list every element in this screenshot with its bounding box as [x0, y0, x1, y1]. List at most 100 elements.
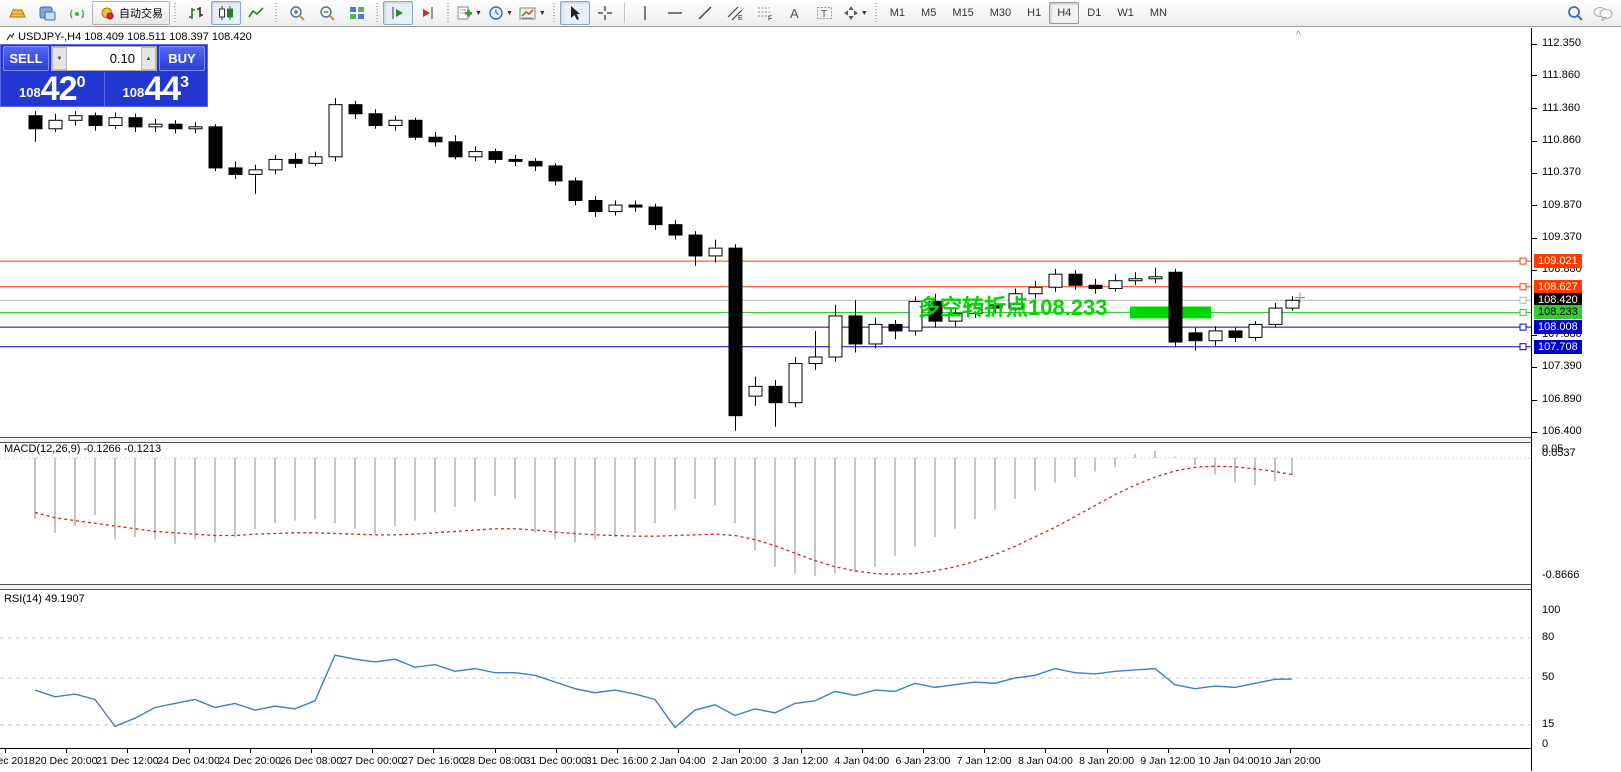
- line-handle[interactable]: [1520, 258, 1526, 264]
- auto-scroll-button[interactable]: [383, 1, 413, 25]
- volume-input[interactable]: [67, 47, 141, 70]
- line-handle[interactable]: [1520, 297, 1526, 303]
- timeframe-m5[interactable]: M5: [913, 2, 944, 24]
- vertical-line-tool-button[interactable]: [630, 1, 660, 25]
- chart-shift-icon: [419, 5, 437, 21]
- dropdown-arrow-icon: ▼: [506, 10, 513, 17]
- crosshair-icon: [597, 5, 613, 21]
- candle-body: [329, 105, 342, 157]
- bar-chart-type-button[interactable]: [181, 1, 211, 25]
- pane-separator[interactable]: [0, 584, 1621, 590]
- text-label-tool-button[interactable]: T: [810, 1, 840, 25]
- time-label: 28 Dec 08:00: [463, 755, 525, 767]
- pivot-annotation-text[interactable]: 多空转折点108.233: [918, 295, 1108, 320]
- candle-body: [889, 324, 902, 331]
- zoom-out-button[interactable]: [312, 1, 342, 25]
- timeframe-m1[interactable]: M1: [882, 2, 913, 24]
- candlestick-chart-type-button[interactable]: [211, 1, 241, 25]
- arrows-tool-button[interactable]: ▼: [840, 1, 871, 25]
- timeframe-h4[interactable]: H4: [1049, 2, 1079, 24]
- macd-pane[interactable]: MACD(12,26,9) -0.1266 -0.1213: [0, 441, 1531, 583]
- line-chart-type-button[interactable]: [241, 1, 271, 25]
- search-icon[interactable]: [1567, 5, 1583, 21]
- candle-body: [869, 324, 882, 344]
- macd-chart: [0, 441, 1531, 583]
- candle-body: [1169, 272, 1182, 342]
- volume-increase-button[interactable]: ▲: [141, 47, 156, 70]
- channel-icon: E: [726, 5, 744, 21]
- trendline-tool-button[interactable]: [690, 1, 720, 25]
- candle-body: [1069, 274, 1082, 285]
- line-handle[interactable]: [1520, 324, 1526, 330]
- time-tick: [739, 749, 740, 753]
- antenna-icon: [68, 5, 86, 21]
- sell-price[interactable]: 108 42 0: [1, 72, 105, 106]
- time-label: 26 Dec 08:00: [280, 755, 342, 767]
- line-handle[interactable]: [1520, 344, 1526, 350]
- line-handle[interactable]: [1520, 284, 1526, 290]
- axis-tick: [1532, 432, 1537, 433]
- one-click-trading-panel: SELL ▼ ▲ BUY 108 42 0 108 44 3: [0, 44, 208, 107]
- time-tick: [801, 749, 802, 753]
- time-label: 20 Dec 2018: [0, 755, 35, 767]
- clock-icon: [488, 5, 504, 21]
- price-axis[interactable]: 112.350111.860111.360110.860110.370109.8…: [1531, 28, 1621, 771]
- axis-tick: [1532, 238, 1537, 239]
- line-handle[interactable]: [1520, 309, 1526, 315]
- price-badge: 108.627: [1534, 280, 1582, 294]
- horizontal-line-tool-button[interactable]: [660, 1, 690, 25]
- timeframe-w1[interactable]: W1: [1109, 2, 1142, 24]
- tile-windows-button[interactable]: [342, 1, 372, 25]
- timeframe-d1[interactable]: D1: [1079, 2, 1109, 24]
- candle-body: [549, 166, 562, 181]
- chat-icon[interactable]: [1593, 6, 1613, 21]
- timeframe-m15[interactable]: M15: [944, 2, 981, 24]
- crosshair-tool-button[interactable]: [590, 1, 620, 25]
- rsi-pane[interactable]: RSI(14) 49.1907: [0, 591, 1531, 747]
- equidistant-channel-tool-button[interactable]: E: [720, 1, 750, 25]
- time-label: 6 Jan 23:00: [896, 755, 951, 767]
- candle-body: [369, 114, 382, 126]
- templates-button[interactable]: ▼: [516, 1, 549, 25]
- timeframe-m30[interactable]: M30: [982, 2, 1019, 24]
- axis-tick: [1532, 141, 1537, 142]
- zoom-in-button[interactable]: [282, 1, 312, 25]
- chart-shift-button[interactable]: [413, 1, 443, 25]
- fibonacci-tool-button[interactable]: F: [750, 1, 780, 25]
- auto-trading-button[interactable]: 自动交易: [92, 1, 170, 25]
- rsi-scale-label: 15: [1542, 718, 1554, 730]
- volume-decrease-button[interactable]: ▼: [52, 47, 67, 70]
- time-tick: [189, 749, 190, 753]
- fibonacci-icon: F: [756, 5, 774, 21]
- buy-price-sup: 3: [180, 74, 189, 92]
- time-label: 4 Jan 04:00: [834, 755, 889, 767]
- buy-button[interactable]: BUY: [159, 46, 205, 71]
- rsi-scale-label: 50: [1542, 671, 1554, 683]
- periods-button[interactable]: ▼: [485, 1, 516, 25]
- timeframe-h1[interactable]: H1: [1019, 2, 1049, 24]
- text-tool-button[interactable]: A: [780, 1, 810, 25]
- axis-tick: [1532, 400, 1537, 401]
- axis-tick-label: 106.890: [1542, 393, 1582, 405]
- main-price-pane[interactable]: USDJPY-,H4 108.409 108.511 108.397 108.4…: [0, 28, 1531, 437]
- arrow-shapes-icon: [843, 5, 859, 21]
- candle-body: [1129, 279, 1142, 281]
- chart-window[interactable]: USDJPY-,H4 108.409 108.511 108.397 108.4…: [0, 28, 1531, 771]
- axis-tick-label: 106.400: [1542, 425, 1582, 437]
- new-order-icon[interactable]: [2, 1, 32, 25]
- indicators-button[interactable]: ▼: [454, 1, 485, 25]
- auto-trading-icon: [99, 6, 115, 20]
- time-tick: [372, 749, 373, 753]
- candle-body: [1229, 331, 1242, 338]
- symbol-ohlc-text: USDJPY-,H4 108.409 108.511 108.397 108.4…: [18, 31, 252, 43]
- signals-icon[interactable]: [62, 1, 92, 25]
- chart-menu-chevron-icon[interactable]: ^: [1296, 30, 1301, 41]
- timeframe-mn[interactable]: MN: [1142, 2, 1175, 24]
- time-axis[interactable]: 20 Dec 201820 Dec 20:0021 Dec 12:0024 De…: [0, 748, 1531, 772]
- buy-price[interactable]: 108 44 3: [105, 72, 208, 106]
- candle-body: [349, 105, 362, 114]
- sell-button[interactable]: SELL: [3, 46, 49, 71]
- expert-advisor-icon[interactable]: [32, 1, 62, 25]
- candle-body: [429, 137, 442, 142]
- cursor-tool-button[interactable]: [560, 1, 590, 25]
